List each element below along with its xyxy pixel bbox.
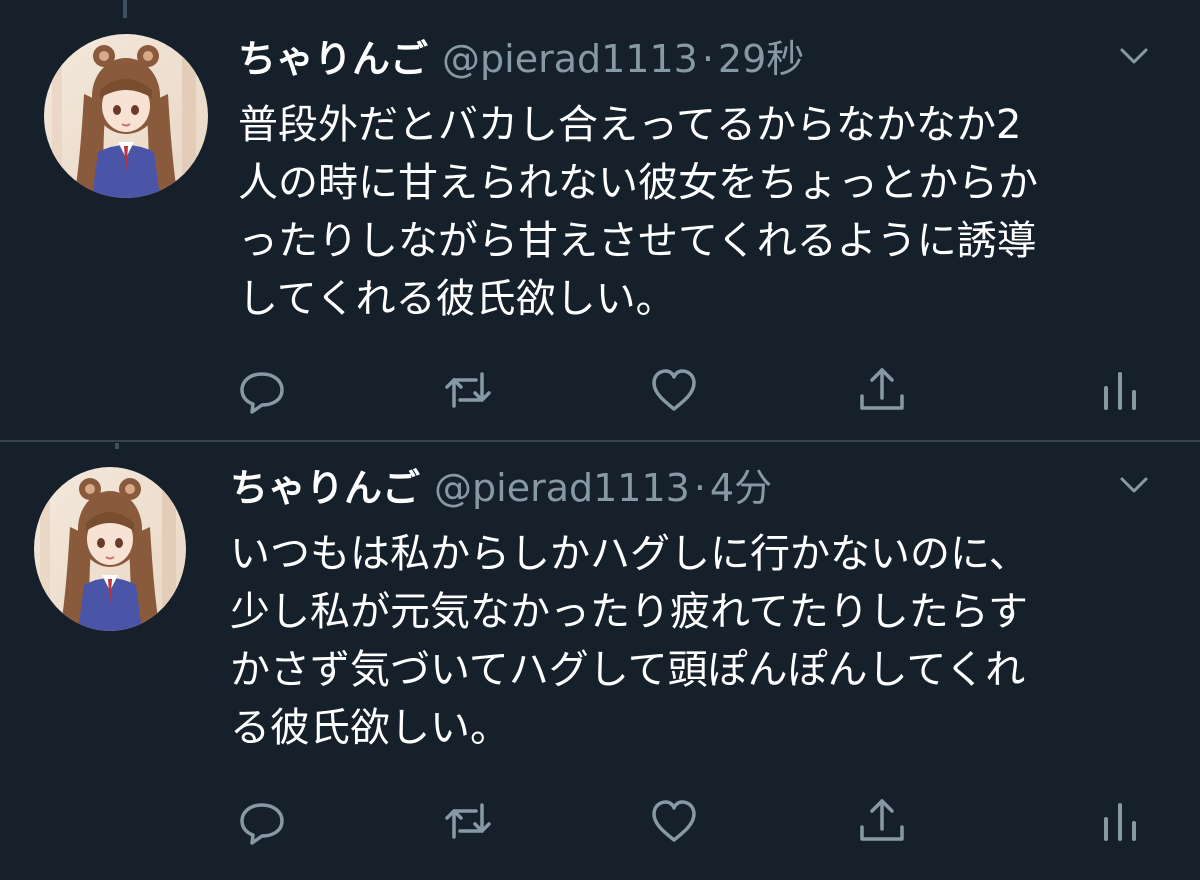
retweet-icon[interactable] <box>440 793 496 849</box>
chevron-down-icon[interactable] <box>1116 44 1152 68</box>
tweet-text-line: 普段外だとバカし合えってるからなかなか2 <box>238 102 1022 148</box>
tweet-text-line: ったりしながら甘えさせてくれるように誘導 <box>238 218 1037 264</box>
avatar[interactable] <box>34 467 186 631</box>
like-icon[interactable] <box>646 362 702 418</box>
tweet-text-line: る彼氏欲しい。 <box>230 705 510 751</box>
share-icon[interactable] <box>854 362 910 418</box>
tweet-1[interactable]: ちゃりんご @pierad1113 · 29秒 普段外だとバカし合えってるからなかなか… <box>0 0 1200 440</box>
tweet-header: ちゃりんご @pierad1113 · 29秒 <box>238 34 804 84</box>
tweet-text-line: 少し私が元気なかったり疲れてたりしたらす <box>230 589 1028 635</box>
tweet-text-line: いつもは私からしかハグしに行かないのに、 <box>230 531 1029 577</box>
display-name[interactable]: ちゃりんご <box>230 466 420 510</box>
share-icon[interactable] <box>854 793 910 849</box>
timestamp[interactable]: 4分 <box>710 466 772 510</box>
retweet-icon[interactable] <box>440 362 496 418</box>
tweet-text-line: 人の時に甘えられない彼女をちょっとからか <box>238 160 1038 206</box>
separator-dot: · <box>693 466 706 510</box>
tweet-2[interactable]: ちゃりんご @pierad1113 · 4分 いつもは私からしかハグしに行かないのに、… <box>0 443 1200 880</box>
separator-dot: · <box>701 37 714 81</box>
like-icon[interactable] <box>646 793 702 849</box>
user-handle[interactable]: @pierad1113 <box>442 37 698 81</box>
tweet-divider <box>0 440 1200 442</box>
reply-icon[interactable] <box>234 793 290 849</box>
chevron-down-icon[interactable] <box>1116 473 1152 497</box>
avatar[interactable] <box>44 34 208 198</box>
tweet-header: ちゃりんご @pierad1113 · 4分 <box>230 463 772 513</box>
analytics-icon[interactable] <box>1092 362 1148 418</box>
display-name[interactable]: ちゃりんご <box>238 37 428 81</box>
tweet-text-line: かさず気づいてハグして頭ぽんぽんしてくれ <box>230 647 1026 693</box>
tweet-text: いつもは私からしかハグしに行かないのに、 少し私が元気なかったり疲れてたりしたら… <box>230 525 1029 757</box>
analytics-icon[interactable] <box>1092 793 1148 849</box>
user-handle[interactable]: @pierad1113 <box>434 466 690 510</box>
reply-icon[interactable] <box>234 362 290 418</box>
tweet-text: 普段外だとバカし合えってるからなかなか2 人の時に甘えられない彼女をちょっとから… <box>238 96 1038 328</box>
tweet-text-line: してくれる彼氏欲しい。 <box>238 276 676 322</box>
timestamp[interactable]: 29秒 <box>718 37 804 81</box>
